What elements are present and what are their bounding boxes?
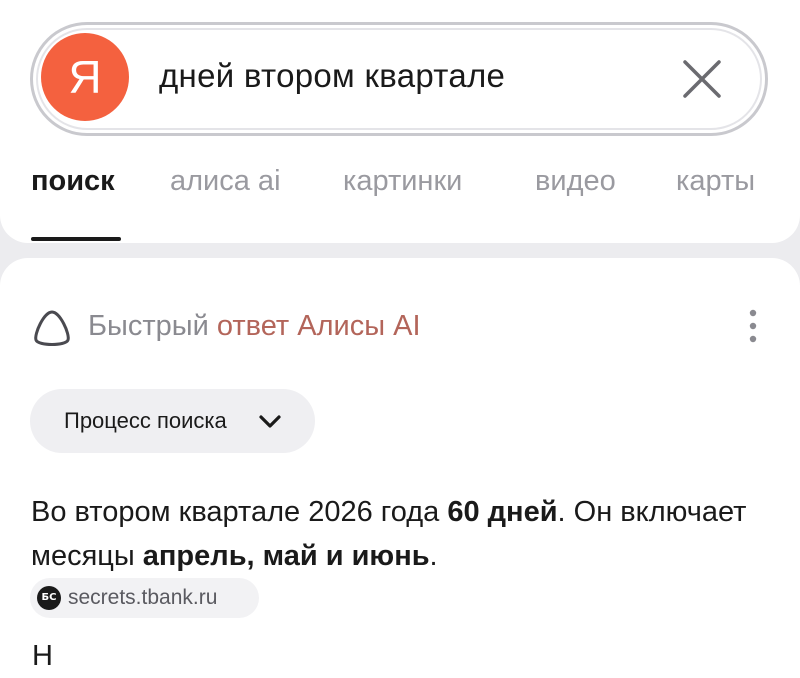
active-tab-indicator [31, 237, 121, 241]
answer-text-part3: . [429, 540, 438, 572]
quick-answer-title-part1: Быстрый [88, 310, 217, 342]
search-tabs: поиск алиса ai картинки видео карты [0, 165, 800, 243]
search-input[interactable]: дней втором квартале [159, 57, 505, 95]
quick-answer-title: Быстрый ответ Алисы AI [88, 310, 421, 343]
answer-highlight-days: 60 дней [447, 496, 558, 528]
answer-highlight-months: апрель, май и июнь [142, 540, 430, 572]
source-link[interactable]: БС secrets.tbank.ru [30, 578, 259, 618]
source-favicon-icon: БС [37, 586, 61, 610]
answer-text-part1: Во втором квартале 2026 года [31, 496, 448, 528]
search-process-label: Процесс поиска [64, 408, 227, 433]
chevron-down-icon [258, 413, 282, 431]
yandex-logo-icon[interactable]: Я [41, 33, 129, 121]
search-process-button[interactable]: Процесс поиска [30, 389, 315, 453]
quick-answer-card: Быстрый ответ Алисы AI Процесс поиска Во… [0, 258, 800, 678]
answer-next-line: Н [32, 640, 53, 672]
search-header: Я дней втором квартале поиск алиса ai ка… [0, 0, 800, 243]
tab-images[interactable]: картинки [343, 165, 462, 198]
answer-text: Во втором квартале 2026 года 60 дней. Он… [31, 490, 771, 578]
tab-video[interactable]: видео [535, 165, 616, 198]
search-bar[interactable]: Я дней втором квартале [30, 22, 768, 136]
source-label: secrets.tbank.ru [68, 586, 218, 609]
more-vertical-icon[interactable] [740, 306, 766, 346]
close-icon[interactable] [679, 56, 725, 102]
quick-answer-title-part2: ответ Алисы AI [216, 310, 421, 342]
tab-search[interactable]: поиск [31, 165, 115, 198]
tab-maps[interactable]: карты [676, 165, 755, 198]
alice-ring-icon [30, 308, 74, 348]
tab-alice-ai[interactable]: алиса ai [170, 165, 281, 198]
